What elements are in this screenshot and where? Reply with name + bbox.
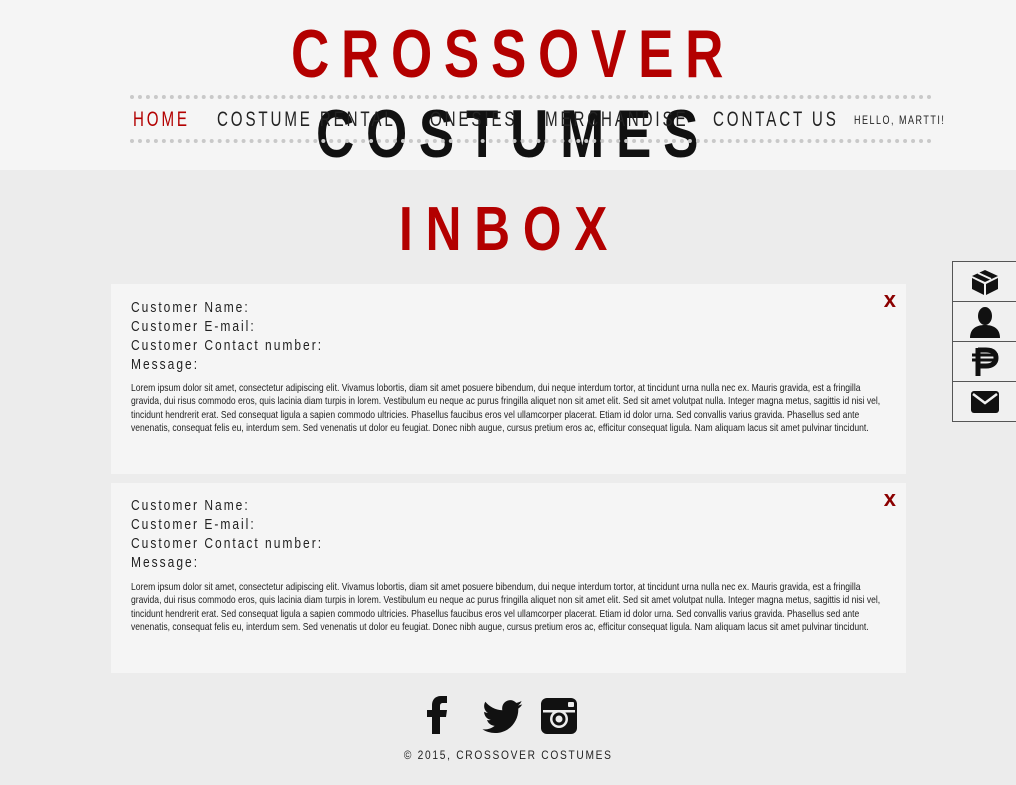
message-label: Message: (131, 554, 200, 571)
sidebar-orders-button[interactable] (953, 262, 1016, 302)
peso-icon (972, 347, 999, 376)
sidebar-payments-button[interactable] (953, 342, 1016, 382)
nav-divider-top (130, 95, 932, 99)
message-card: Customer Name: Customer E-mail: Customer… (111, 284, 906, 474)
message-body: Lorem ipsum dolor sit amet, consectetur … (131, 581, 881, 634)
logo-word-crossover: CROSSOVER (290, 16, 736, 92)
sidebar-inbox-button[interactable] (953, 382, 1016, 421)
nav-home[interactable]: HOME (133, 108, 193, 132)
facebook-icon[interactable] (424, 696, 450, 734)
nav-contact-us[interactable]: CONTACT US (713, 108, 836, 132)
main-nav: HOME COSTUME RENTAL ONESIES MERCHANDISE … (133, 106, 853, 134)
delete-message-button[interactable]: x (884, 288, 896, 312)
nav-onesies[interactable]: ONESIES (430, 108, 515, 132)
nav-divider-bottom (130, 139, 932, 143)
customer-name-label: Customer Name: (131, 299, 250, 316)
customer-contact-label: Customer Contact number: (131, 535, 324, 552)
page-title: INBOX (399, 195, 621, 264)
customer-email-label: Customer E-mail: (131, 318, 256, 335)
mail-icon (971, 390, 999, 413)
customer-email-label: Customer E-mail: (131, 516, 256, 533)
social-links (424, 696, 584, 736)
package-icon (972, 269, 998, 295)
message-card: Customer Name: Customer E-mail: Customer… (111, 483, 906, 673)
nav-merchandise[interactable]: MERCHANDISE (545, 108, 686, 132)
customer-name-label: Customer Name: (131, 497, 250, 514)
site-header: CROSSOVER COSTUMES HOME COSTUME RENTAL O… (0, 0, 1016, 172)
instagram-icon[interactable] (541, 698, 577, 734)
message-body: Lorem ipsum dolor sit amet, consectetur … (131, 382, 881, 435)
sidebar-customers-button[interactable] (953, 302, 1016, 342)
site-logo[interactable]: CROSSOVER COSTUMES (117, 14, 909, 174)
twitter-icon[interactable] (482, 700, 524, 734)
admin-sidebar (952, 261, 1016, 422)
message-label: Message: (131, 356, 200, 373)
user-greeting[interactable]: HELLO, MARTTI! (854, 113, 945, 127)
customer-contact-label: Customer Contact number: (131, 337, 324, 354)
user-icon (970, 306, 1000, 338)
nav-costume-rental[interactable]: COSTUME RENTAL (217, 108, 393, 132)
copyright-text: © 2015, CROSSOVER COSTUMES (403, 748, 613, 762)
delete-message-button[interactable]: x (884, 487, 896, 511)
